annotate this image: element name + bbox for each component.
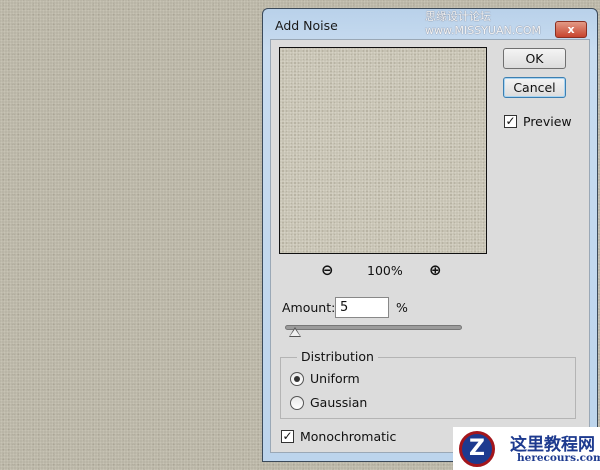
uniform-radio[interactable]	[290, 372, 304, 386]
uniform-label: Uniform	[310, 371, 360, 386]
preview-checkbox[interactable]: ✓	[504, 115, 517, 128]
watermark-url: herecours.com	[517, 452, 600, 464]
zoom-out-icon[interactable]: ⊖	[321, 261, 334, 279]
gaussian-label: Gaussian	[310, 395, 368, 410]
watermark-logo: Z 这里教程网 herecours.com	[453, 427, 600, 470]
watermark-top: 思缘设计论坛 www.MISSYUAN.COM	[425, 10, 542, 37]
distribution-label: Distribution	[297, 349, 378, 364]
cancel-button[interactable]: Cancel	[503, 77, 566, 98]
gaussian-radio[interactable]	[290, 396, 304, 410]
amount-slider-thumb[interactable]	[289, 327, 301, 337]
logo-icon: Z	[459, 431, 495, 467]
preview-area[interactable]	[279, 47, 487, 254]
dialog-title: Add Noise	[275, 18, 338, 33]
preview-label: Preview	[523, 114, 572, 129]
amount-input[interactable]: 5	[335, 297, 389, 318]
zoom-level: 100%	[367, 263, 403, 278]
amount-label: Amount:	[282, 300, 336, 315]
amount-unit: %	[396, 300, 408, 315]
monochromatic-label: Monochromatic	[300, 429, 397, 444]
ok-button[interactable]: OK	[503, 48, 566, 69]
amount-slider[interactable]	[285, 325, 462, 330]
monochromatic-checkbox[interactable]: ✓	[281, 430, 294, 443]
zoom-in-icon[interactable]: ⊕	[429, 261, 442, 279]
